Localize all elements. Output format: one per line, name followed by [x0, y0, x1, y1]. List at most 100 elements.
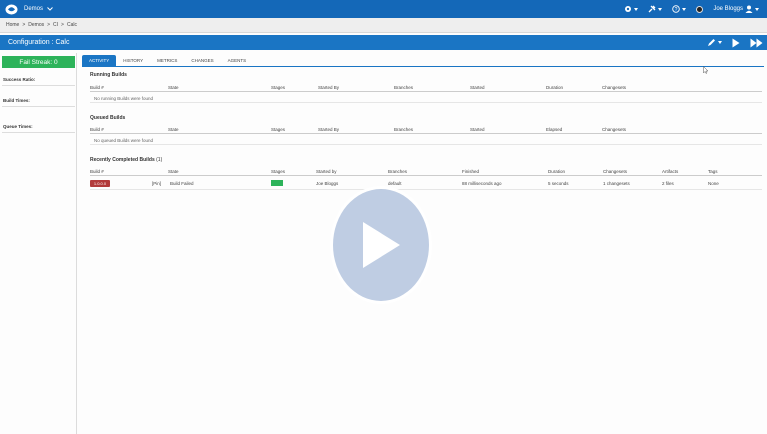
- column-header[interactable]: Started: [470, 85, 485, 90]
- running-builds-empty: No running Builds were found: [90, 94, 762, 103]
- column-header[interactable]: Artifacts: [662, 169, 678, 174]
- queue-times-label: Queue Times:: [3, 124, 33, 129]
- tab-history[interactable]: HISTORY: [116, 55, 150, 66]
- help-menu[interactable]: ?: [672, 5, 687, 13]
- user-menu[interactable]: Joe Bloggs: [713, 5, 759, 13]
- column-header[interactable]: Build #: [90, 169, 104, 174]
- column-header[interactable]: Branches: [394, 85, 413, 90]
- edit-menu[interactable]: [707, 38, 722, 47]
- tools-menu[interactable]: [648, 5, 663, 13]
- column-header[interactable]: Changesets: [603, 169, 627, 174]
- fail-streak-badge: Fail Streak: 0: [2, 56, 75, 68]
- breadcrumb: Home > Demos > CI > Calc: [0, 18, 767, 33]
- column-header[interactable]: Build #: [90, 85, 104, 90]
- column-header[interactable]: Duration: [548, 169, 565, 174]
- started-by: Joe Bloggs: [316, 181, 339, 186]
- column-header[interactable]: Build #: [90, 127, 104, 132]
- column-header[interactable]: State: [168, 85, 179, 90]
- queued-builds-title: Queued Builds: [90, 115, 126, 121]
- column-header[interactable]: Stages: [271, 169, 285, 174]
- breadcrumb-separator: >: [47, 22, 51, 28]
- branch: default: [388, 181, 402, 186]
- stage-status-indicator[interactable]: [271, 180, 283, 186]
- play-icon: [363, 222, 400, 268]
- column-header[interactable]: Duration: [546, 85, 563, 90]
- caret-down-icon: [682, 7, 687, 11]
- help-icon: ?: [672, 5, 681, 13]
- user-icon: [745, 5, 753, 13]
- avatar[interactable]: [696, 5, 704, 13]
- mouse-cursor-icon: [703, 66, 709, 74]
- table-row[interactable]: 1.0.0.0 [Pin] Build Failed Joe Bloggs de…: [90, 180, 762, 190]
- completed-builds-header: Build # State Stages Started by Branches…: [90, 168, 762, 176]
- app-logo-icon[interactable]: [4, 3, 18, 15]
- column-header[interactable]: Elapsed: [546, 127, 562, 132]
- column-header[interactable]: Started By: [318, 85, 339, 90]
- caret-down-icon: [658, 7, 663, 11]
- breadcrumb-separator: >: [22, 22, 26, 28]
- column-header[interactable]: Stages: [271, 85, 285, 90]
- queued-builds-header: Build # State Stages Started By Branches…: [90, 126, 762, 134]
- column-header[interactable]: Finished: [462, 169, 479, 174]
- column-header[interactable]: Tags: [708, 169, 718, 174]
- column-header[interactable]: Changesets: [602, 85, 626, 90]
- breadcrumb-home[interactable]: Home: [6, 22, 19, 28]
- column-header[interactable]: Branches: [388, 169, 407, 174]
- fast-forward-icon[interactable]: [750, 38, 763, 48]
- column-header[interactable]: State: [168, 169, 179, 174]
- video-play-button[interactable]: [330, 186, 432, 304]
- caret-down-icon: [718, 41, 722, 44]
- divider: [2, 106, 75, 107]
- user-name: Joe Bloggs: [713, 6, 743, 12]
- configuration-header: Configuration : Calc: [0, 35, 767, 50]
- tab-activity[interactable]: ACTIVITY: [82, 55, 117, 66]
- build-times-label: Build Times:: [3, 98, 30, 103]
- divider: [2, 132, 75, 133]
- page-title: Configuration : Calc: [8, 39, 70, 46]
- run-build-icon[interactable]: [732, 38, 740, 48]
- tab-underline: [82, 66, 764, 67]
- column-header[interactable]: Started By: [318, 127, 339, 132]
- tab-bar: ACTIVITY HISTORY METRICS CHANGES AGENTS: [82, 55, 253, 66]
- pin-link[interactable]: [Pin]: [152, 181, 161, 186]
- running-builds-title: Running Builds: [90, 72, 127, 78]
- artifacts-link[interactable]: 2 files: [662, 181, 674, 186]
- column-header[interactable]: Started by: [316, 169, 337, 174]
- build-number-badge[interactable]: 1.0.0.0: [90, 180, 110, 187]
- finished-time: 88 milliseconds ago: [462, 181, 502, 186]
- top-bar: Demos ? Joe Bloggs: [0, 0, 767, 18]
- sidebar: Fail Streak: 0 Success Ratio: Build Time…: [0, 53, 77, 434]
- column-header[interactable]: Changesets: [602, 127, 626, 132]
- success-ratio-label: Success Ratio:: [3, 77, 36, 82]
- tab-changes[interactable]: CHANGES: [184, 55, 220, 66]
- build-state: Build Failed: [170, 181, 194, 186]
- chevron-down-icon: [47, 7, 53, 11]
- completed-builds-title: Recently Completed Builds (1): [90, 157, 162, 163]
- completed-builds-count: (1): [156, 157, 163, 163]
- pencil-icon: [708, 39, 715, 46]
- breadcrumb-project[interactable]: Demos: [28, 22, 44, 28]
- tab-metrics[interactable]: METRICS: [150, 55, 184, 66]
- column-header[interactable]: State: [168, 127, 179, 132]
- column-header[interactable]: Started: [470, 127, 485, 132]
- caret-down-icon: [634, 7, 639, 11]
- duration: 5 seconds: [548, 181, 569, 186]
- column-header[interactable]: Stages: [271, 127, 285, 132]
- running-builds-header: Build # State Stages Started By Branches…: [90, 84, 762, 92]
- project-selector[interactable]: Demos: [24, 6, 53, 12]
- column-header[interactable]: Branches: [394, 127, 413, 132]
- tags: None: [708, 181, 719, 186]
- breadcrumb-group[interactable]: CI: [53, 22, 58, 28]
- breadcrumb-config[interactable]: Calc: [67, 22, 77, 28]
- caret-down-icon: [755, 7, 759, 11]
- divider: [2, 85, 75, 86]
- svg-text:?: ?: [675, 7, 678, 13]
- breadcrumb-separator: >: [61, 22, 64, 28]
- tab-agents[interactable]: AGENTS: [221, 55, 254, 66]
- project-name: Demos: [24, 6, 44, 12]
- changesets-link[interactable]: 1 changesets: [603, 181, 630, 186]
- settings-menu[interactable]: [624, 5, 639, 13]
- completed-builds-title-text: Recently Completed Builds: [90, 157, 155, 163]
- plug-icon: [648, 5, 656, 13]
- gear-icon: [625, 6, 632, 12]
